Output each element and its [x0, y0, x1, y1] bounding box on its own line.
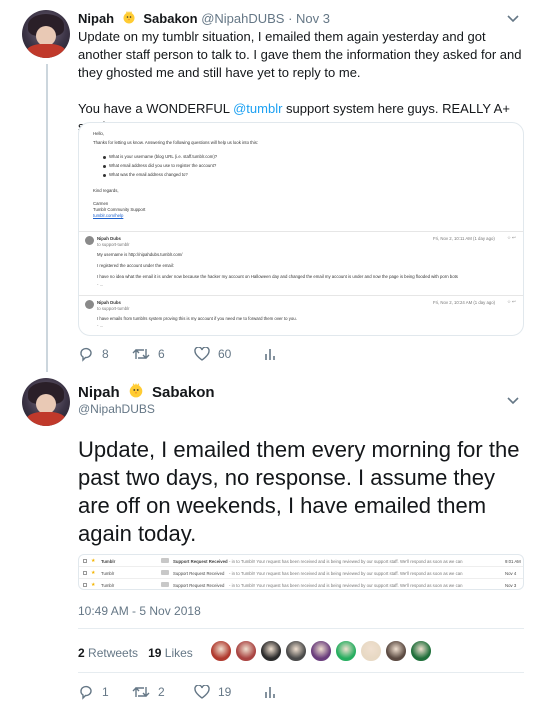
analytics-button[interactable]: [264, 685, 276, 699]
display-name-suffix[interactable]: Sabakon: [143, 11, 197, 26]
tweet-date[interactable]: · Nov 3: [288, 11, 330, 26]
email-signature-link[interactable]: tumblr.com/help: [93, 213, 123, 219]
handle[interactable]: @NipahDUBS: [201, 11, 284, 26]
heart-icon: [194, 685, 210, 699]
like-button[interactable]: 19: [194, 685, 264, 699]
likes-count[interactable]: 19: [148, 646, 161, 660]
avatar[interactable]: [22, 10, 70, 58]
inbox-subject: Support Request Received: [173, 571, 225, 576]
inbox-row: ★ Tumblr Support Request Received - in t…: [79, 579, 523, 589]
liker-avatar[interactable]: [285, 640, 307, 662]
mention-link[interactable]: @tumblr: [233, 101, 282, 116]
tweet-text: Update, I emailed them every morning for…: [78, 437, 520, 546]
tweet-actions: 8 6 60: [78, 346, 276, 362]
display-name-row: Nipah Sabakon: [78, 382, 215, 401]
like-button[interactable]: 60: [194, 347, 264, 361]
liker-avatar[interactable]: [310, 640, 332, 662]
liker-avatar[interactable]: [385, 640, 407, 662]
inbox-preview: - in to Tumblr! Your request has been re…: [229, 559, 463, 564]
reply-icon: [80, 347, 92, 362]
inbox-date: Nov 3: [505, 583, 517, 588]
reply-recipient: to support-tumblr: [97, 306, 130, 311]
reply-date: Fri, Nov 2, 10:11 AM (1 day ago): [433, 236, 495, 241]
reply-line: My username is http://nipahdubs.tumblr.c…: [97, 252, 183, 257]
analytics-icon: [265, 349, 275, 360]
sender-avatar: [85, 300, 94, 309]
liker-avatar[interactable]: [410, 640, 432, 662]
liker-avatar[interactable]: [360, 640, 382, 662]
email-regards: Kind regards,: [93, 188, 119, 193]
tweet-header: Nipah Sabakon @NipahDUBS · Nov 3: [78, 10, 330, 26]
reply-count: 8: [102, 347, 109, 361]
inbox-sender: Tumblr: [101, 583, 115, 588]
reply-line: I have no idea what the email it is unde…: [97, 274, 458, 279]
email-question: What is your username (blog URL (i.e. st…: [109, 154, 218, 159]
analytics-icon: [265, 687, 275, 698]
email-question: What email address did you use to regist…: [109, 163, 217, 168]
like-count: 60: [218, 347, 232, 361]
retweet-button[interactable]: 6: [132, 347, 194, 361]
retweet-button[interactable]: 2: [132, 685, 194, 699]
liker-avatars: [210, 640, 435, 662]
inbox-date: 9:01 AM: [505, 559, 521, 564]
liker-avatar[interactable]: [210, 640, 232, 662]
inbox-sender: Tumblr: [101, 571, 115, 576]
avatar[interactable]: [22, 378, 70, 426]
retweet-icon: [132, 687, 150, 697]
retweet-count: 2: [158, 685, 165, 699]
divider: [78, 628, 524, 629]
chevron-down-icon[interactable]: [506, 396, 520, 406]
display-name[interactable]: Nipah: [78, 384, 120, 401]
reply-icon: [80, 685, 92, 700]
liker-avatar[interactable]: [235, 640, 257, 662]
tweet-text: Update on my tumblr situation, I emailed…: [78, 28, 528, 136]
display-name[interactable]: Nipah: [78, 11, 114, 26]
engagement-stats: 2 Retweets 19 Likes: [78, 646, 193, 660]
reply-line: - ...: [97, 323, 104, 328]
email-intro: Thanks for letting us know. Answering th…: [93, 140, 259, 145]
attached-email-screenshot[interactable]: Hello, Thanks for letting us know. Answe…: [78, 122, 524, 336]
reply-date: Fri, Nov 2, 10:24 AM (1 day ago): [433, 300, 496, 305]
analytics-button[interactable]: [264, 347, 276, 361]
divider: [78, 672, 524, 673]
tweet-actions: 1 2 19: [78, 684, 276, 700]
thread-connector-line: [46, 64, 48, 372]
chick-emoji-icon: [129, 383, 143, 398]
email-question: What was the email address changed to?: [109, 172, 188, 177]
liker-avatar[interactable]: [335, 640, 357, 662]
retweet-count: 6: [158, 347, 165, 361]
display-name-suffix[interactable]: Sabakon: [152, 384, 215, 401]
tweet-timestamp[interactable]: 10:49 AM - 5 Nov 2018: [78, 604, 201, 618]
reply-line: I registered the account under the email…: [97, 263, 174, 268]
reply-recipient: to support-tumblr: [97, 242, 130, 247]
inbox-row: ★ Tumblr Support Request Received - in t…: [79, 567, 523, 579]
heart-icon: [194, 347, 210, 361]
liker-avatar[interactable]: [260, 640, 282, 662]
handle[interactable]: @NipahDUBS: [78, 402, 155, 416]
star-icon[interactable]: ☆ ↩: [507, 235, 516, 241]
retweets-count[interactable]: 2: [78, 646, 85, 660]
reply-line: - ...: [97, 282, 104, 287]
inbox-sender: Tumblr: [101, 559, 116, 564]
chevron-down-icon[interactable]: [506, 14, 520, 24]
email-greeting: Hello,: [93, 131, 104, 136]
likes-label[interactable]: Likes: [165, 646, 193, 660]
reply-button[interactable]: 1: [78, 684, 132, 700]
inbox-subject: Support Request Received: [173, 559, 228, 564]
retweet-icon: [132, 349, 150, 359]
reply-button[interactable]: 8: [78, 346, 132, 362]
attached-inbox-screenshot[interactable]: ★ Tumblr Support Request Received - in t…: [78, 554, 524, 590]
inbox-preview: - in to Tumblr! Your request has been re…: [229, 583, 463, 588]
sender-avatar: [85, 236, 94, 245]
like-count: 19: [218, 685, 232, 699]
inbox-row: ★ Tumblr Support Request Received - in t…: [79, 555, 523, 567]
retweets-label[interactable]: Retweets: [88, 646, 138, 660]
reply-count: 1: [102, 685, 109, 699]
chick-emoji-icon: [123, 11, 135, 24]
inbox-subject: Support Request Received: [173, 583, 225, 588]
inbox-preview: - in to Tumblr! Your request has been re…: [229, 571, 463, 576]
reply-line: I have emails from tumblrs system provin…: [97, 316, 297, 321]
star-icon[interactable]: ☆ ↩: [507, 299, 516, 305]
inbox-date: Nov 4: [505, 571, 517, 576]
